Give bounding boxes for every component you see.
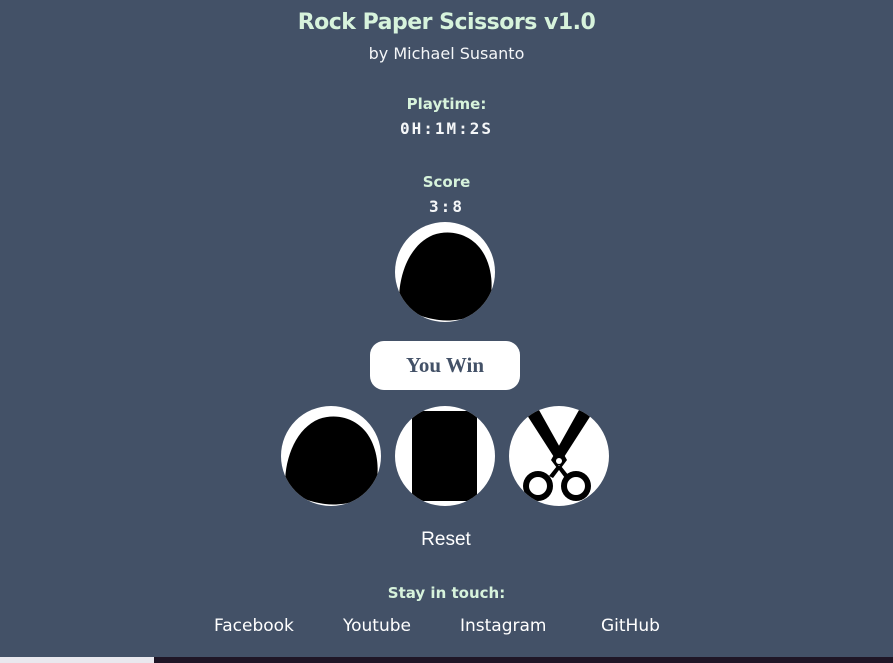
instagram-link[interactable]: Instagram	[460, 616, 547, 636]
result-message: You Win	[370, 341, 520, 390]
scissors-choice-button[interactable]	[509, 406, 609, 506]
reset-button[interactable]: Reset	[396, 529, 496, 551]
author-byline: by Michael Susanto	[368, 44, 525, 63]
paper-choice-button[interactable]	[395, 406, 495, 506]
youtube-link[interactable]: Youtube	[343, 616, 411, 636]
rock-icon	[399, 232, 492, 321]
rock-choice-button[interactable]	[281, 406, 381, 506]
game-app: Rock Paper Scissors v1.0 by Michael Susa…	[0, 0, 893, 657]
stay-in-touch-label: Stay in touch:	[387, 584, 506, 602]
github-link[interactable]: GitHub	[601, 616, 660, 636]
playtime-label: Playtime:	[406, 95, 487, 113]
facebook-link[interactable]: Facebook	[214, 616, 294, 636]
computer-choice	[395, 222, 495, 322]
scissors-icon	[523, 410, 593, 501]
score-value: 3:8	[429, 197, 464, 216]
taskbar-strip	[0, 657, 893, 663]
rock-icon	[285, 416, 378, 505]
playtime-value: 0H:1M:2S	[399, 119, 494, 138]
page-title: Rock Paper Scissors v1.0	[297, 10, 596, 35]
score-label: Score	[422, 173, 471, 191]
taskbar-left-segment	[0, 657, 154, 663]
paper-icon	[412, 411, 477, 501]
